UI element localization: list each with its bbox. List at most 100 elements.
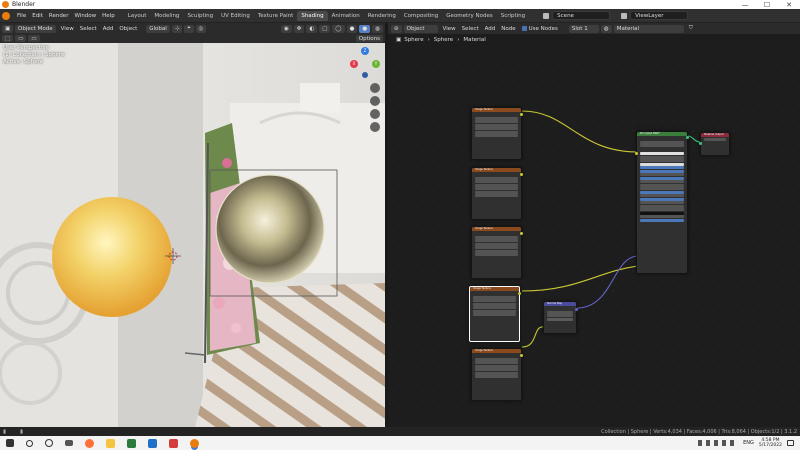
options-button[interactable]: Options (355, 35, 383, 42)
editor-type-button[interactable]: ▣ (2, 24, 13, 33)
vector-input[interactable] (475, 375, 518, 378)
select-mode-extend-icon[interactable]: ▭ (28, 35, 40, 42)
extension-selector[interactable] (475, 187, 518, 190)
firefox-icon[interactable] (85, 438, 94, 448)
zoom-icon[interactable] (370, 83, 380, 93)
shading-rendered-icon[interactable]: ◍ (372, 24, 383, 33)
node-header[interactable]: Material Output (701, 133, 729, 137)
cortana-icon[interactable] (45, 439, 53, 447)
use-nodes-checkbox-icon[interactable] (521, 26, 527, 31)
maximize-button[interactable]: ☐ (756, 1, 778, 9)
camera-view-icon[interactable] (370, 109, 380, 119)
tab-compositing[interactable]: Compositing (400, 11, 442, 21)
gizmo-z-axis[interactable]: Z (361, 47, 369, 55)
select-box-icon[interactable]: ⬚ (2, 35, 14, 42)
strength-field[interactable] (547, 317, 573, 321)
proportional-edit-icon[interactable]: ◎ (195, 24, 207, 33)
material-browse-icon[interactable]: ◍ (600, 24, 612, 33)
gizmo-y-axis[interactable]: Y (372, 60, 380, 68)
metallic-field[interactable] (640, 166, 684, 169)
image-texture-node[interactable]: Image Texture (471, 107, 523, 160)
menu-window[interactable]: Window (71, 13, 99, 19)
shader-type-selector[interactable]: Object (403, 24, 438, 33)
viewport-menu-select[interactable]: Select (77, 25, 100, 33)
color-output-socket[interactable] (520, 354, 523, 357)
gizmo-toggle-icon[interactable]: ✥ (293, 24, 305, 33)
gizmo-neg-z[interactable] (362, 72, 368, 78)
clock[interactable]: 4:58 PM 5/17/2022 (759, 438, 782, 448)
node-editor-canvas[interactable]: Image Texture Image Texture Image Textur… (388, 46, 800, 427)
base-color-field[interactable] (640, 152, 684, 155)
scene-selector[interactable]: Scene (552, 11, 611, 20)
tray-icons[interactable] (698, 440, 739, 446)
material-output-node[interactable]: Material Output (699, 132, 730, 156)
extension-selector[interactable] (473, 306, 516, 309)
extension-selector[interactable] (475, 127, 518, 130)
shading-wireframe-icon[interactable]: ◯ (332, 24, 345, 33)
blender-taskbar-icon[interactable] (190, 438, 199, 448)
xray-icon[interactable]: ▢ (319, 24, 331, 33)
pivot-icon[interactable]: ⊹ (171, 24, 183, 33)
minimize-button[interactable]: — (734, 1, 756, 9)
vector-input[interactable] (475, 134, 518, 137)
interpolation-selector[interactable] (475, 120, 518, 123)
normal-map-node[interactable]: Normal Map (543, 301, 578, 334)
gizmo-x-axis[interactable]: X (350, 60, 358, 68)
extension-selector[interactable] (475, 368, 518, 371)
blender-menu-icon[interactable] (2, 11, 10, 20)
surface-input-socket[interactable] (699, 142, 702, 145)
clearcoat-field[interactable] (640, 194, 684, 197)
tab-geometry-nodes[interactable]: Geometry Nodes (442, 11, 496, 21)
specular-tint-field[interactable] (640, 173, 684, 176)
pan-hand-icon[interactable] (370, 96, 380, 106)
viewport-menu-add[interactable]: Add (100, 25, 117, 33)
windows-start-icon[interactable] (6, 439, 14, 447)
uv-map-field[interactable] (547, 314, 573, 317)
image-texture-node[interactable]: Image Texture (471, 348, 523, 401)
node-editor-type-icon[interactable]: ⊚ (391, 24, 402, 33)
tab-layout[interactable]: Layout (124, 11, 151, 21)
tab-uv-editing[interactable]: UV Editing (217, 11, 254, 21)
anisotropic-field[interactable] (640, 180, 684, 183)
node-menu-add[interactable]: Add (482, 25, 499, 33)
tab-sculpting[interactable]: Sculpting (183, 11, 217, 21)
viewport-menu-view[interactable]: View (58, 25, 77, 33)
image-texture-node-selected[interactable]: Image Texture (469, 286, 521, 342)
color-output-socket[interactable] (520, 113, 523, 116)
node-menu-node[interactable]: Node (498, 25, 518, 33)
navigation-gizmo[interactable]: Z X Y (350, 47, 384, 81)
task-view-icon[interactable] (65, 440, 73, 446)
menu-help[interactable]: Help (99, 13, 118, 19)
fake-user-icon[interactable]: ⛉ (686, 25, 696, 33)
tab-animation[interactable]: Animation (328, 11, 364, 21)
shading-material-icon[interactable]: ● (359, 24, 371, 33)
alpha-field[interactable] (640, 218, 684, 222)
tab-rendering[interactable]: Rendering (364, 11, 400, 21)
select-mode-icon[interactable]: ▭ (15, 35, 27, 42)
emission-strength-field[interactable] (640, 215, 684, 218)
ortho-toggle-icon[interactable] (370, 122, 380, 132)
interpolation-selector[interactable] (475, 361, 518, 364)
viewport-3d[interactable]: User Perspective (1) Collection | Sphere… (0, 43, 385, 427)
notification-icon[interactable] (787, 440, 794, 446)
interpolation-selector[interactable] (475, 180, 518, 183)
language-indicator[interactable]: ENG (743, 440, 754, 446)
interpolation-selector[interactable] (473, 299, 516, 302)
color-output-socket[interactable] (518, 292, 521, 295)
shading-solid-icon[interactable]: ● (346, 24, 358, 33)
tab-modeling[interactable]: Modeling (150, 11, 183, 21)
material-name-field[interactable]: Material (613, 24, 684, 33)
app-icon[interactable] (148, 438, 157, 448)
base-color-socket[interactable] (635, 152, 638, 155)
bsdf-output-socket[interactable] (686, 136, 689, 139)
search-icon[interactable] (26, 439, 33, 447)
image-texture-node[interactable]: Image Texture (471, 167, 523, 220)
color-output-socket[interactable] (520, 232, 523, 235)
transmission-roughness-field[interactable] (640, 208, 684, 211)
interpolation-selector[interactable] (475, 239, 518, 242)
ior-field[interactable] (640, 201, 684, 204)
slot-selector[interactable]: Slot 1 (568, 24, 599, 33)
node-menu-view[interactable]: View (440, 25, 459, 33)
menu-file[interactable]: File (14, 13, 29, 19)
app-icon[interactable] (127, 438, 136, 448)
